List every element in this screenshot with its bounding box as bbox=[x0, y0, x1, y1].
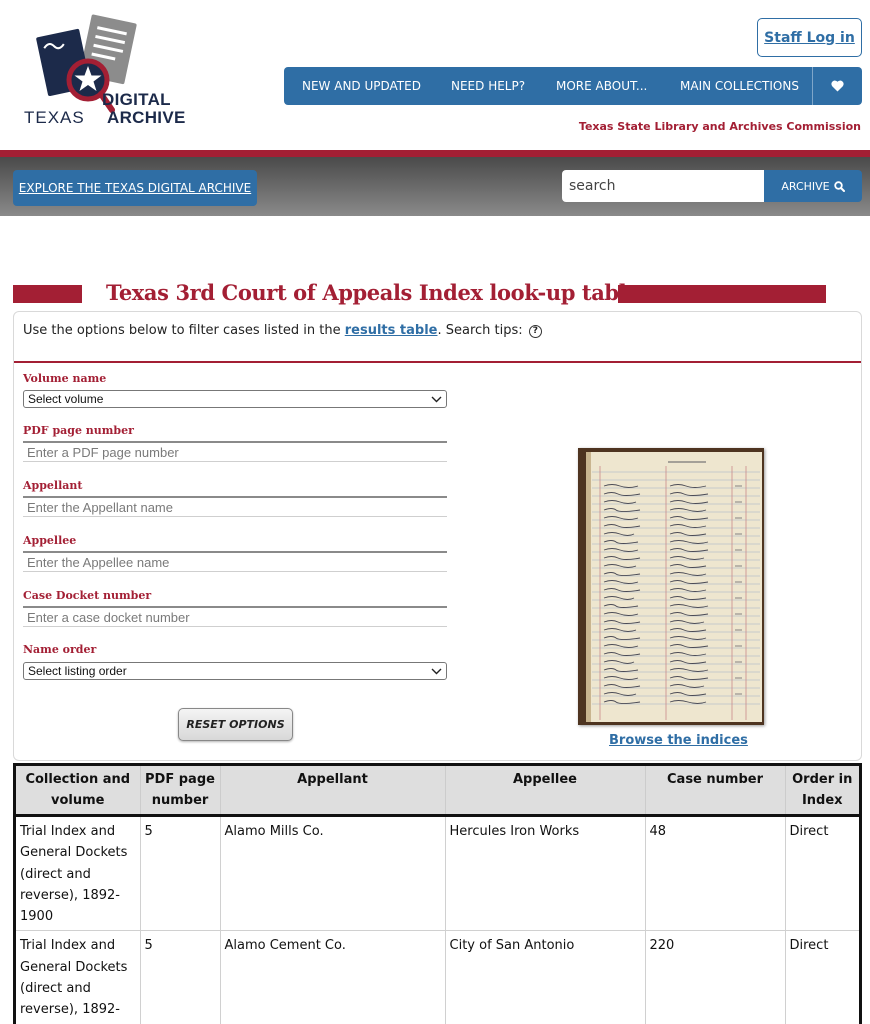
cell-order: Direct bbox=[784, 930, 859, 1024]
logo-wordmark-archive: ARCHIVE bbox=[107, 108, 186, 127]
magnifier-icon bbox=[833, 180, 845, 192]
heart-icon bbox=[831, 80, 844, 92]
filter-intro: Use the options below to filter cases li… bbox=[23, 323, 542, 338]
case-docket-label: Case Docket number bbox=[23, 589, 152, 602]
staff-login-button[interactable]: Staff Log in bbox=[757, 18, 862, 57]
pdf-page-label: PDF page number bbox=[23, 424, 134, 437]
case-docket-input[interactable] bbox=[23, 606, 447, 627]
page-title: Texas 3rd Court of Appeals Index look-up… bbox=[106, 280, 640, 305]
cell-collection: Trial Index and General Dockets (direct … bbox=[16, 815, 140, 932]
search-input[interactable] bbox=[562, 170, 764, 202]
panel-divider bbox=[14, 361, 861, 363]
nav-item-more-about[interactable]: MORE ABOUT... bbox=[556, 79, 647, 93]
volume-name-label: Volume name bbox=[23, 372, 107, 385]
filter-intro-text: Use the options below to filter cases li… bbox=[23, 323, 345, 338]
cell-order: Direct bbox=[784, 815, 859, 932]
column-header-appellee[interactable]: Appellee bbox=[444, 766, 645, 817]
table-row: Trial Index and General Dockets (direct … bbox=[16, 930, 859, 1024]
filter-intro-tail: . Search tips: bbox=[437, 323, 523, 338]
cell-appellant: Alamo Cement Co. bbox=[219, 930, 445, 1024]
appellant-input[interactable] bbox=[23, 496, 447, 517]
archive-search-label: ARCHIVE bbox=[781, 179, 830, 193]
table-row: Trial Index and General Dockets (direct … bbox=[16, 815, 859, 932]
help-icon[interactable]: ? bbox=[528, 325, 542, 338]
column-header-order[interactable]: Order in Index bbox=[784, 766, 859, 817]
favorites-button[interactable] bbox=[812, 67, 862, 105]
ledger-thumbnail[interactable] bbox=[578, 448, 764, 725]
appellee-label: Appellee bbox=[23, 534, 77, 547]
nav-item-need-help[interactable]: NEED HELP? bbox=[451, 79, 525, 93]
table-header-row: Collection and volume PDF page number Ap… bbox=[16, 766, 859, 817]
logo-wordmark-digital: DIGITAL bbox=[102, 90, 171, 109]
cell-collection: Trial Index and General Dockets (direct … bbox=[16, 930, 140, 1024]
results-table-link[interactable]: results table bbox=[345, 323, 438, 338]
archive-search-button[interactable]: ARCHIVE bbox=[764, 170, 862, 202]
volume-select[interactable]: Select volume bbox=[23, 390, 447, 408]
cell-pdf-page: 5 bbox=[139, 930, 220, 1024]
cell-appellee: Hercules Iron Works bbox=[444, 815, 645, 932]
chevron-down-icon bbox=[431, 668, 442, 674]
column-header-case-number[interactable]: Case number bbox=[644, 766, 785, 817]
column-header-pdf-page[interactable]: PDF page number bbox=[139, 766, 220, 817]
logo-wordmark-texas: TEXAS bbox=[24, 108, 85, 127]
pdf-page-input[interactable] bbox=[23, 441, 447, 462]
title-accent-left bbox=[13, 285, 82, 303]
cell-appellant: Alamo Mills Co. bbox=[219, 815, 445, 932]
title-accent-right bbox=[618, 285, 826, 303]
appellee-input[interactable] bbox=[23, 551, 447, 572]
results-table: Collection and volume PDF page number Ap… bbox=[13, 763, 862, 1024]
name-order-select[interactable]: Select listing order bbox=[23, 662, 447, 680]
name-order-label: Name order bbox=[23, 643, 97, 656]
reset-options-button[interactable]: RESET OPTIONS bbox=[178, 708, 293, 741]
appellant-label: Appellant bbox=[23, 479, 83, 492]
filter-panel: Use the options below to filter cases li… bbox=[13, 311, 862, 761]
ledger-page-image bbox=[578, 448, 764, 725]
cell-pdf-page: 5 bbox=[139, 815, 220, 932]
cell-case-number: 220 bbox=[644, 930, 785, 1024]
column-header-appellant[interactable]: Appellant bbox=[219, 766, 445, 817]
explore-archive-button[interactable]: EXPLORE THE TEXAS DIGITAL ARCHIVE bbox=[13, 170, 257, 206]
nav-item-main-collections[interactable]: MAIN COLLECTIONS bbox=[680, 79, 799, 93]
main-nav: NEW AND UPDATED NEED HELP? MORE ABOUT...… bbox=[284, 67, 862, 105]
volume-select-value: Select volume bbox=[28, 392, 104, 406]
browse-indices-link[interactable]: Browse the indices bbox=[609, 733, 748, 748]
chevron-down-icon bbox=[431, 396, 442, 402]
name-order-select-value: Select listing order bbox=[28, 664, 127, 678]
site-logo[interactable]: DIGITAL TEXAS ARCHIVE bbox=[24, 14, 204, 130]
agency-name[interactable]: Texas State Library and Archives Commiss… bbox=[579, 120, 861, 133]
cell-appellee: City of San Antonio bbox=[444, 930, 645, 1024]
nav-item-new-and-updated[interactable]: NEW AND UPDATED bbox=[302, 79, 421, 93]
header-divider bbox=[0, 150, 870, 157]
cell-case-number: 48 bbox=[644, 815, 785, 932]
column-header-collection[interactable]: Collection and volume bbox=[16, 766, 140, 817]
